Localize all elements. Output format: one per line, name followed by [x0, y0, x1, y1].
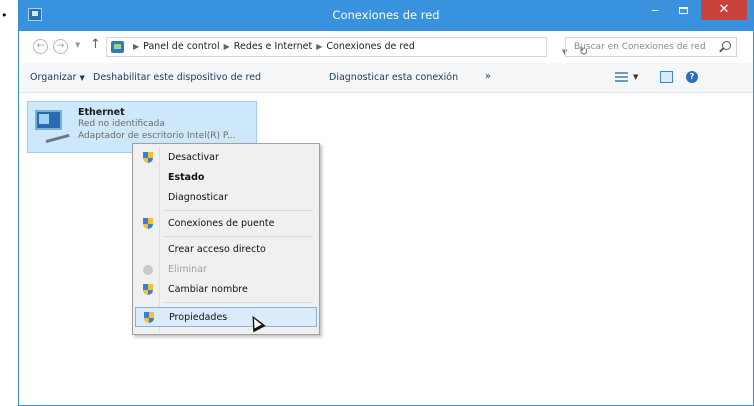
organize-button[interactable]: Organizar ▼ [30, 72, 85, 83]
menu-item-diagnose[interactable]: Diagnosticar [135, 188, 317, 208]
menu-item-delete: Eliminar [135, 260, 317, 280]
breadcrumb: ▶ Panel de control ▶ Redes e Internet ▶ Conex… [129, 41, 415, 52]
menu-item-status[interactable]: Estado [135, 168, 317, 188]
shield-icon [143, 152, 154, 164]
recent-locations-chevron-icon[interactable]: ▼ [75, 41, 80, 49]
title-bar[interactable]: Conexiones de red ‒ ✕ [19, 0, 753, 31]
minimize-button[interactable]: ‒ [641, 0, 669, 20]
shield-icon [143, 284, 154, 296]
menu-item-properties[interactable]: Propiedades [135, 307, 317, 327]
menu-item-label: Estado [168, 172, 205, 183]
menu-item-create-shortcut[interactable]: Crear acceso directo [135, 240, 317, 260]
menu-item-label: Conexiones de puente [168, 218, 275, 229]
explorer-window: Conexiones de red ‒ ✕ ← → ▼ ↑ ▶ Panel de … [18, 0, 754, 406]
view-options-chevron-icon[interactable]: ▼ [633, 73, 638, 81]
disabled-shield-icon [143, 265, 153, 275]
menu-separator [163, 210, 313, 211]
breadcrumb-separator-icon: ▶ [223, 42, 230, 51]
menu-item-label: Eliminar [168, 264, 207, 275]
connection-status: Red no identificada [78, 119, 165, 129]
breadcrumb-separator-icon: ▶ [133, 42, 140, 51]
organize-label: Organizar [30, 72, 77, 83]
menu-item-label: Crear acceso directo [168, 244, 266, 255]
connection-name: Ethernet [78, 107, 125, 118]
shield-icon [143, 218, 154, 230]
menu-item-label: Propiedades [169, 312, 228, 323]
disable-device-button[interactable]: Deshabilitar este dispositivo de red [93, 72, 261, 83]
menu-item-disable[interactable]: Desactivar [135, 148, 317, 168]
search-input[interactable]: Buscar en Conexiones de red [565, 37, 737, 57]
chevron-down-icon: ▼ [79, 74, 85, 82]
address-bar: ← → ▼ ↑ ▶ Panel de control ▶ Redes e Intern… [19, 31, 753, 63]
diagnose-connection-button[interactable]: Diagnosticar esta conexión [329, 72, 458, 83]
maximize-icon [678, 7, 688, 14]
network-adapter-icon [35, 110, 70, 143]
menu-item-rename[interactable]: Cambiar nombre [135, 280, 317, 300]
up-button[interactable]: ↑ [90, 37, 101, 52]
command-bar: Organizar ▼ Deshabilitar este dispositivo… [19, 63, 753, 93]
breadcrumb-control-panel[interactable]: Panel de control [143, 41, 219, 52]
connections-list: Ethernet Red no identificada Adaptador d… [19, 94, 753, 405]
menu-item-label: Cambiar nombre [168, 284, 248, 295]
breadcrumb-separator-icon: ▶ [316, 42, 323, 51]
menu-separator [163, 302, 313, 303]
connection-adapter: Adaptador de escritorio Intel(R) P... [78, 131, 236, 141]
preview-pane-icon[interactable] [660, 71, 673, 83]
shield-icon [144, 312, 155, 324]
menu-item-label: Desactivar [168, 152, 219, 163]
more-commands-button[interactable]: » [485, 71, 491, 82]
list-bullet: • [1, 9, 8, 22]
search-icon[interactable] [722, 41, 731, 50]
menu-item-bridge-connections[interactable]: Conexiones de puente [135, 214, 317, 234]
change-view-icon[interactable] [615, 72, 628, 83]
menu-separator [163, 236, 313, 237]
breadcrumb-network-connections[interactable]: Conexiones de red [326, 41, 415, 52]
control-panel-icon [111, 41, 124, 53]
search-placeholder: Buscar en Conexiones de red [574, 42, 706, 52]
menu-item-label: Diagnosticar [168, 192, 228, 203]
address-field[interactable]: ▶ Panel de control ▶ Redes e Internet ▶ Conex… [106, 37, 588, 58]
close-button[interactable]: ✕ [701, 0, 747, 20]
help-icon[interactable]: ? [686, 71, 698, 83]
forward-button[interactable]: → [53, 39, 68, 54]
breadcrumb-network-internet[interactable]: Redes e Internet [234, 41, 312, 52]
back-button[interactable]: ← [33, 39, 48, 54]
maximize-button[interactable] [669, 0, 697, 20]
context-menu: Desactivar Estado Diagnosticar Conexione… [132, 143, 320, 335]
